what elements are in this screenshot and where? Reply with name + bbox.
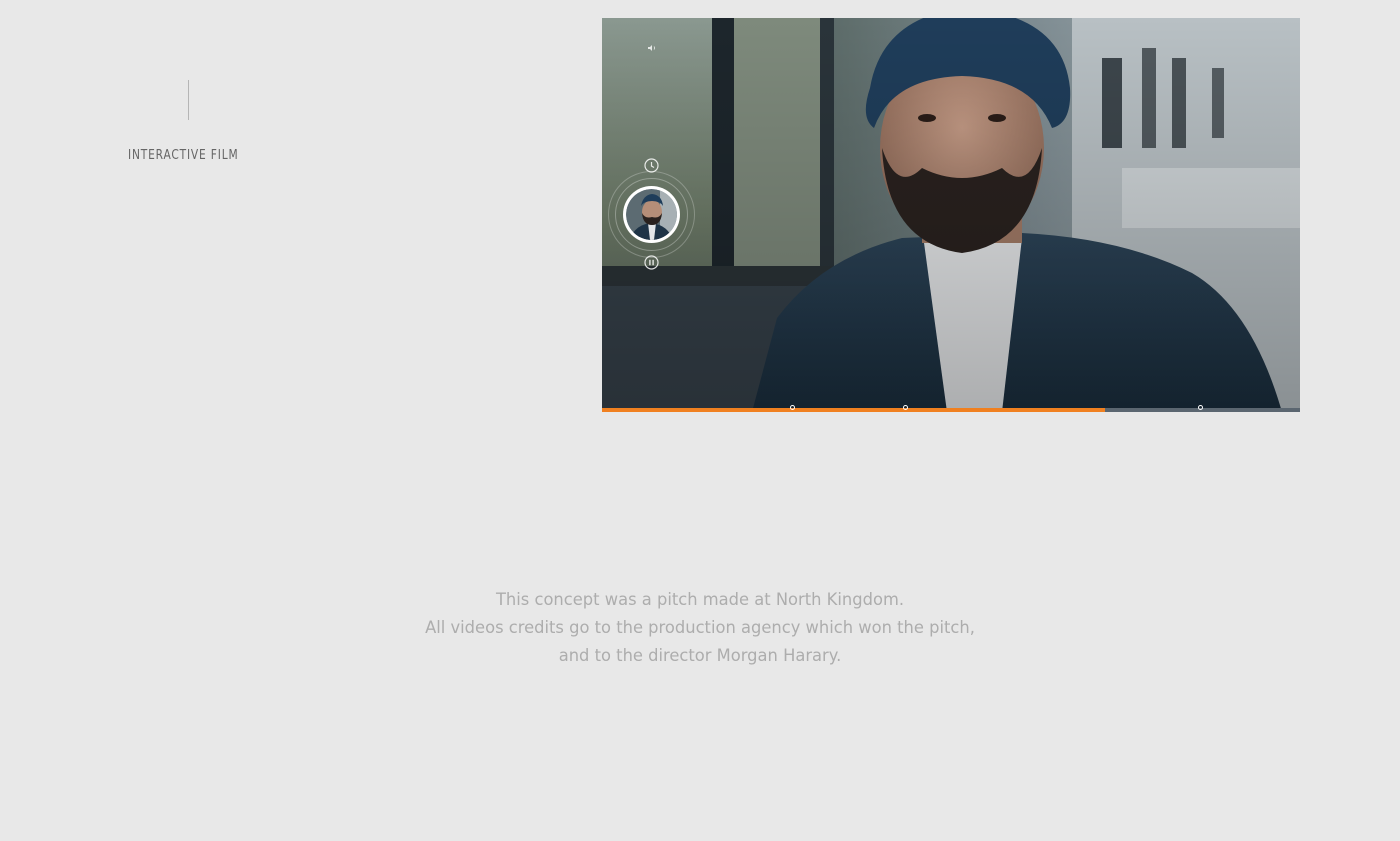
progress-fill bbox=[602, 408, 1105, 412]
thumbnail-portrait bbox=[626, 189, 677, 240]
video-frame[interactable] bbox=[602, 18, 1300, 412]
chapter-marker-1[interactable] bbox=[790, 405, 795, 410]
credits-line-3: and to the director Morgan Harary. bbox=[558, 646, 842, 666]
page: INTERACTIVE FILM This concept was a pitc… bbox=[0, 0, 1400, 841]
section-label: INTERACTIVE FILM bbox=[128, 148, 239, 163]
video-player[interactable] bbox=[602, 18, 1300, 412]
divider-line bbox=[188, 80, 189, 120]
credits-line-2: All videos credits go to the production … bbox=[425, 618, 975, 638]
chapter-marker-3[interactable] bbox=[1198, 405, 1203, 410]
pause-icon[interactable] bbox=[644, 255, 659, 270]
chapter-thumbnail[interactable] bbox=[623, 186, 680, 243]
credits-text: This concept was a pitch made at North K… bbox=[0, 586, 1400, 670]
chapter-marker-2[interactable] bbox=[903, 405, 908, 410]
credits-line-1: This concept was a pitch made at North K… bbox=[495, 590, 905, 610]
clock-icon[interactable] bbox=[644, 158, 659, 173]
volume-icon[interactable] bbox=[647, 43, 657, 53]
progress-bar[interactable] bbox=[602, 405, 1300, 412]
chapter-navigator bbox=[608, 158, 696, 270]
